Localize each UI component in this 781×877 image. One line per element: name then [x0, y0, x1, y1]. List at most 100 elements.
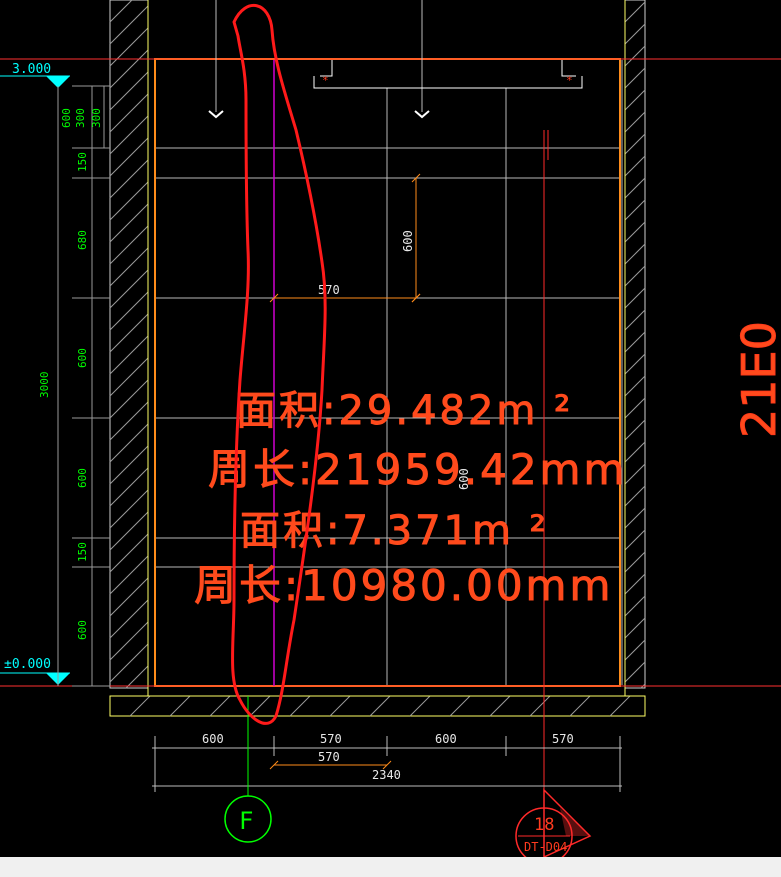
- hatch-line: [109, 247, 149, 287]
- hatch-line: [109, 291, 149, 331]
- left-dimension-chain: [57, 85, 110, 687]
- area-label-1: 面积:29.482m ²: [236, 388, 573, 434]
- svg-text:*: *: [566, 74, 573, 87]
- hatch-line: [624, 441, 646, 463]
- level-marker-top: 3.000: [0, 62, 70, 88]
- hatch-line: [369, 695, 391, 717]
- drawing-area[interactable]: * * 570 600 600 3.000 ±0.000 600 300 300…: [0, 0, 781, 865]
- hatch-line: [109, 115, 149, 155]
- left-dim-4: 150: [76, 152, 89, 172]
- hatch-line: [624, 507, 646, 529]
- hatch-line: [109, 335, 149, 375]
- hatch-line: [624, 23, 646, 45]
- hatch-line: [109, 467, 149, 507]
- hatch-line: [624, 265, 646, 287]
- hatch-line: [624, 221, 646, 243]
- hatch-line: [109, 137, 149, 177]
- hand-markup-outline: [231, 4, 327, 725]
- hatch-line: [209, 695, 231, 717]
- hatch-line: [624, 111, 646, 133]
- hatch-line: [109, 49, 149, 89]
- perimeter-label-1: 周长:21959.42mm: [208, 445, 627, 494]
- hatch-line: [624, 1, 646, 23]
- hatch-line: [624, 661, 646, 683]
- hatch-line: [109, 27, 149, 67]
- hatch-line: [329, 695, 351, 717]
- hatch-line: [624, 463, 646, 485]
- hatch-line: [109, 71, 149, 111]
- ceiling-fixture: [313, 60, 583, 89]
- hatch-line: [109, 599, 149, 639]
- hatch-line: [109, 357, 149, 397]
- side-text: 21E0: [732, 321, 781, 438]
- hatch-line: [109, 621, 149, 661]
- left-dim-2: 300: [74, 108, 87, 128]
- hatch-line: [125, 665, 149, 689]
- hatch-line: [624, 155, 646, 177]
- hatch-line: [109, 511, 149, 551]
- left-dim-9: 600: [76, 620, 89, 640]
- hatch-line: [624, 45, 646, 67]
- hatch-line: [109, 489, 149, 529]
- hatch-line: [129, 695, 151, 717]
- perimeter-label-2: 周长:10980.00mm: [194, 561, 613, 610]
- hatch-line: [609, 695, 631, 717]
- hatch-line: [109, 577, 149, 617]
- hatch-line: [109, 643, 149, 683]
- hatch-line: [624, 595, 646, 617]
- hatch-line: [109, 445, 149, 485]
- cad-viewport[interactable]: * * 570 600 600 3.000 ±0.000 600 300 300…: [0, 0, 781, 877]
- svg-text:*: *: [322, 74, 329, 87]
- inner-horizontal-dimension: [269, 293, 421, 303]
- hatch-line: [569, 695, 591, 717]
- hatch-line: [109, 159, 149, 199]
- hatch-line: [624, 287, 646, 309]
- level-marker-bottom: ±0.000: [0, 657, 70, 685]
- grid-axis-bubble: F: [224, 696, 272, 843]
- bottom-dim-2: 570: [320, 732, 342, 746]
- hatch-line: [109, 5, 149, 45]
- hatch-line: [109, 401, 149, 441]
- hatch-line: [624, 397, 646, 419]
- bottom-sub-dim: 570: [318, 750, 340, 764]
- hatch-line: [109, 225, 149, 265]
- left-dim-6: 600: [76, 348, 89, 368]
- inner-horizontal-dim-text: 570: [318, 283, 340, 297]
- hatch-line: [109, 423, 149, 463]
- hatch-line: [489, 695, 511, 717]
- hatch-line: [624, 353, 646, 375]
- hatch-line: [624, 309, 646, 331]
- hatch-line: [624, 89, 646, 111]
- hatch-line: [109, 0, 133, 23]
- hatch-line: [624, 551, 646, 573]
- hatch-line: [249, 695, 271, 717]
- inner-vertical-dim-text: 600: [401, 230, 415, 252]
- hatch-line: [624, 375, 646, 397]
- area-label-2: 面积:7.371m ²: [240, 508, 549, 554]
- bottom-total-dim: 2340: [372, 768, 401, 782]
- hatch-line: [289, 695, 311, 717]
- hatch-line: [624, 573, 646, 595]
- hatch-line: [109, 533, 149, 573]
- hatch-line: [624, 485, 646, 507]
- svg-text:±0.000: ±0.000: [4, 657, 51, 672]
- hatch-line: [624, 331, 646, 353]
- hatch-line: [624, 639, 646, 661]
- hatch-line: [109, 555, 149, 595]
- left-wall-hatch: [109, 0, 149, 689]
- svg-text:18: 18: [534, 815, 554, 835]
- left-dim-3: 300: [90, 108, 103, 128]
- left-total-dim: 3000: [38, 372, 51, 399]
- hatch-line: [109, 269, 149, 309]
- hatch-line: [624, 199, 646, 221]
- hatch-line: [624, 133, 646, 155]
- svg-text:DT-D04: DT-D04: [524, 840, 567, 854]
- hatch-line: [624, 529, 646, 551]
- floor-slab-hatch: [109, 695, 646, 717]
- svg-text:F: F: [239, 807, 253, 835]
- right-wall-hatch: [624, 0, 646, 689]
- hatch-line: [109, 181, 149, 221]
- hatch-line: [169, 695, 191, 717]
- left-dim-8: 150: [76, 542, 89, 562]
- left-dim-5: 680: [76, 230, 89, 250]
